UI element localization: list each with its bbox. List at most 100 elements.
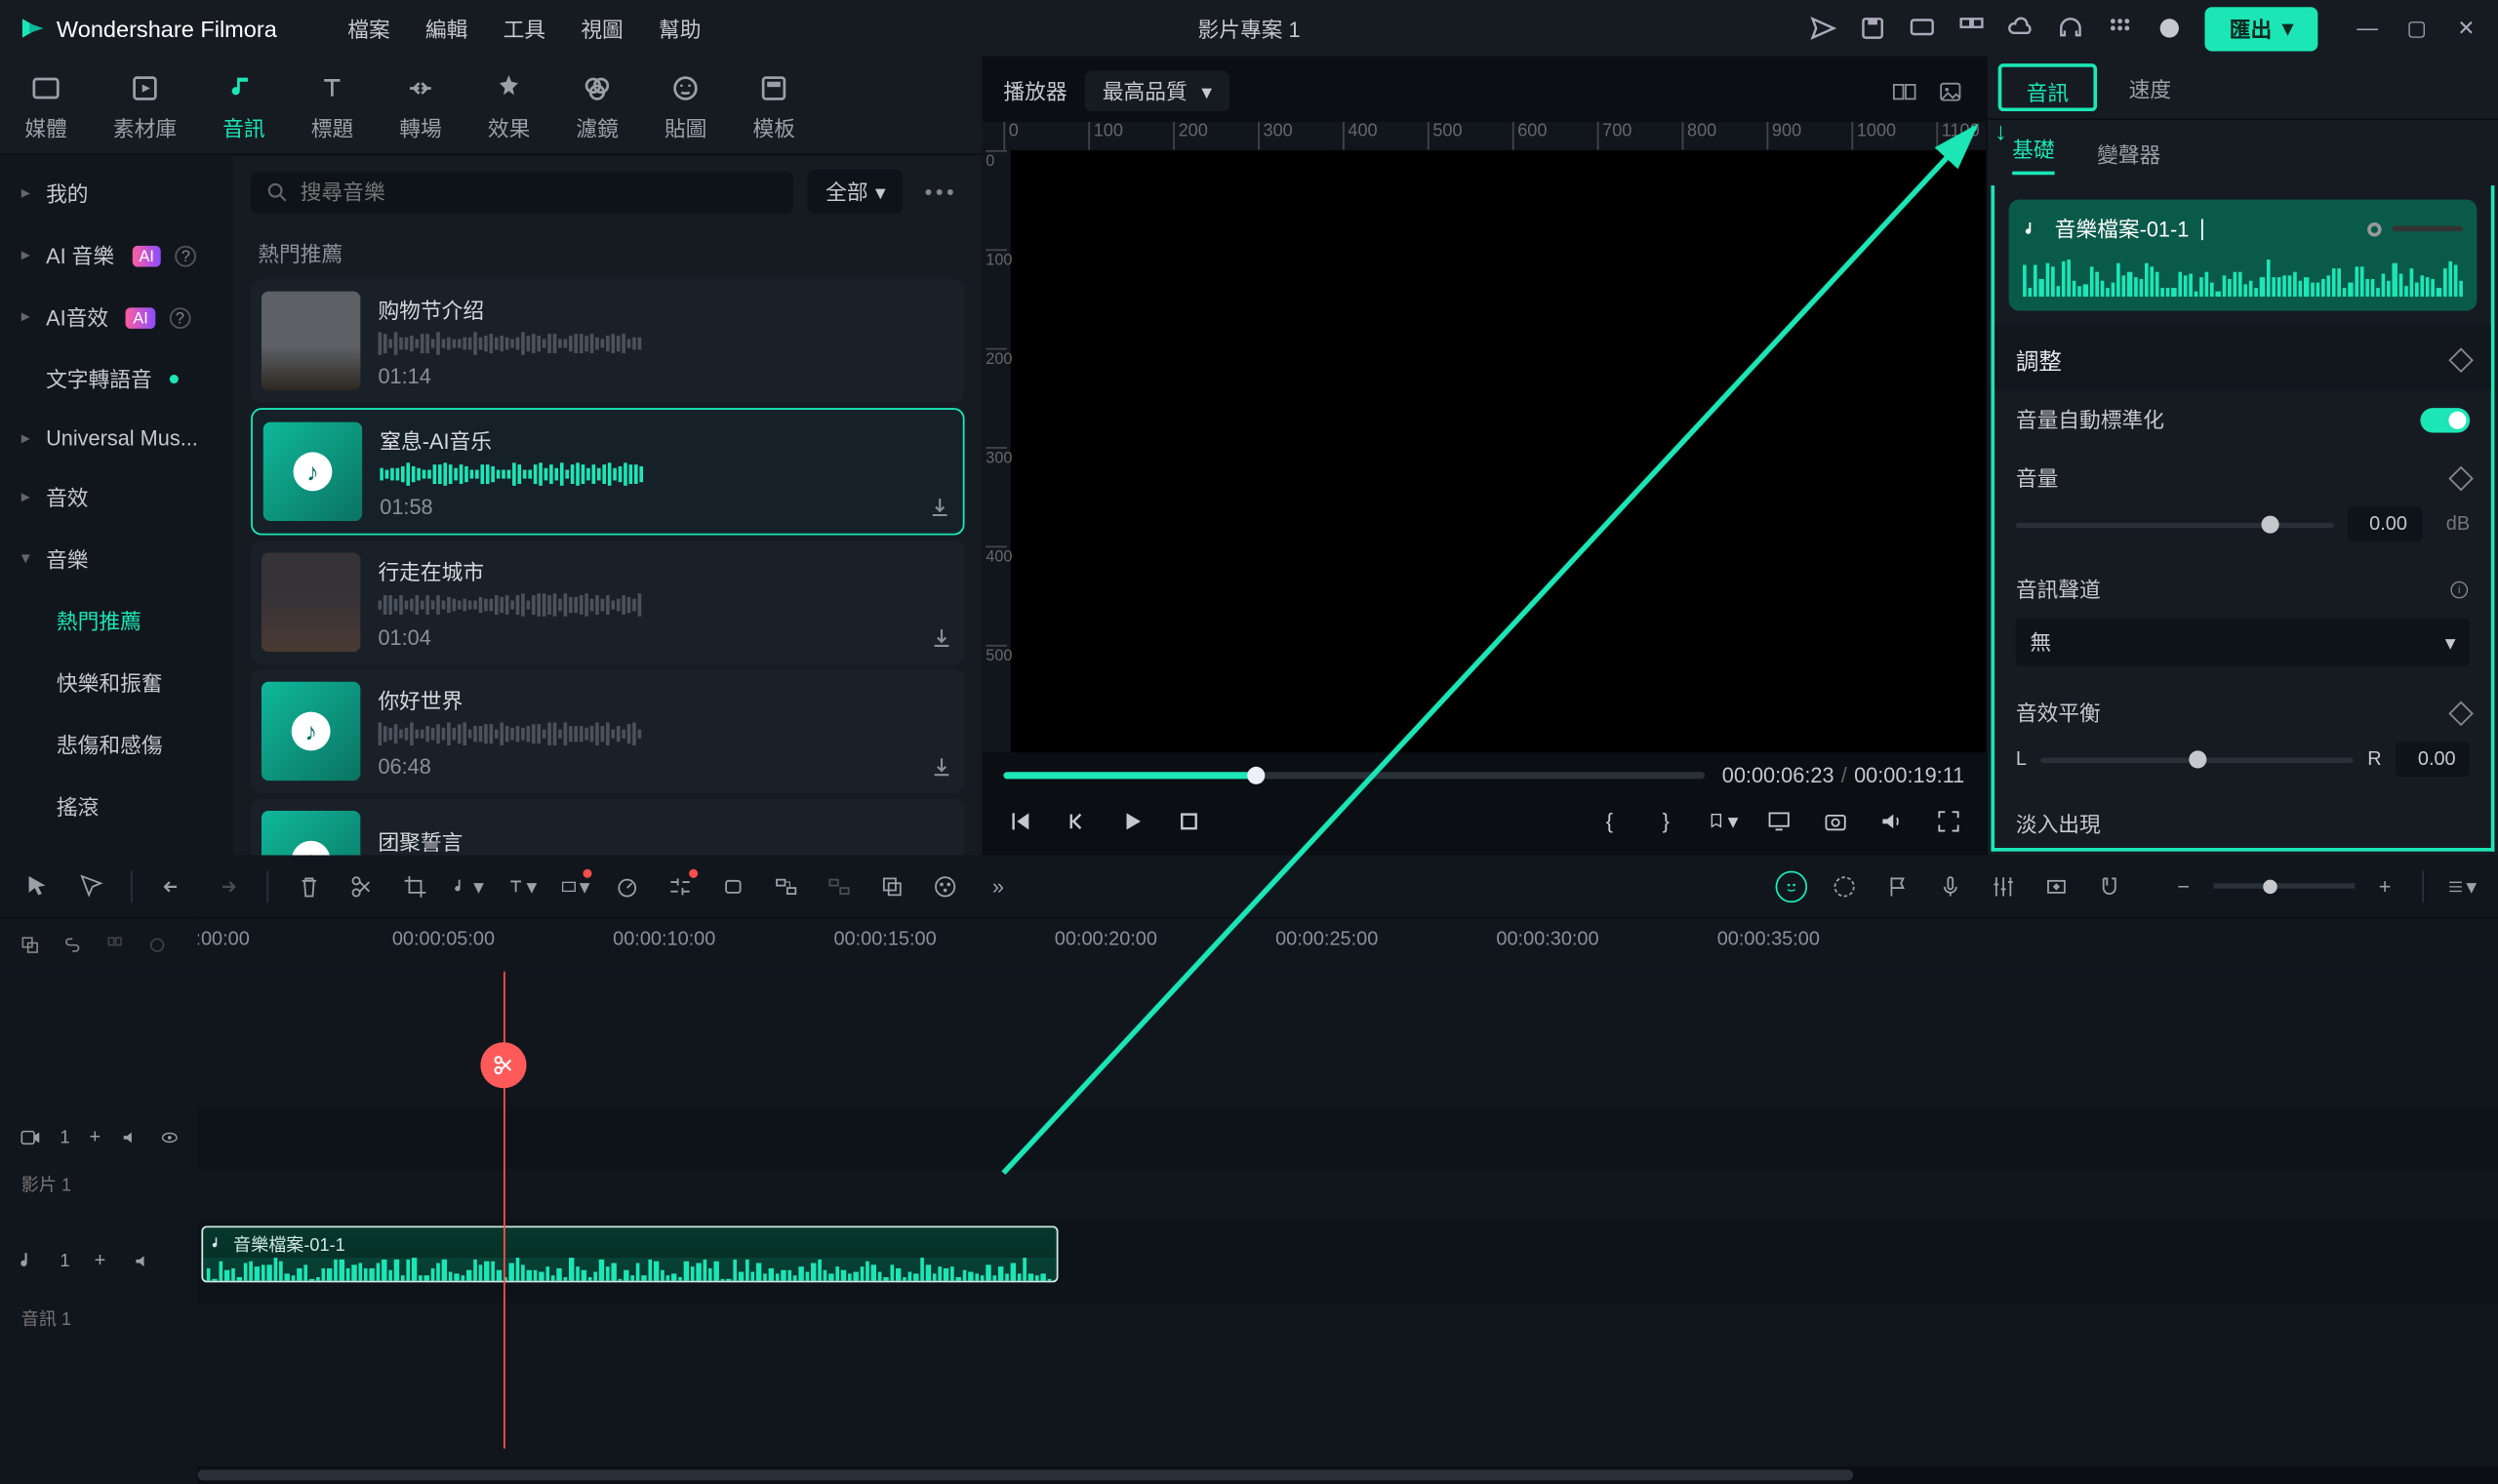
audio-clip[interactable]: 音樂檔案-01-1	[201, 1225, 1058, 1282]
add-track-icon[interactable]: +	[88, 1125, 102, 1149]
export-button[interactable]: 匯出▾	[2204, 6, 2317, 50]
autonorm-toggle[interactable]	[2420, 407, 2470, 431]
keyframe-diamond[interactable]	[2448, 347, 2474, 373]
more-tools[interactable]: »	[983, 870, 1015, 902]
save-icon[interactable]	[1859, 14, 1887, 42]
timeline-view-button[interactable]: ▾	[2445, 870, 2478, 902]
subtab-voicechanger[interactable]: 變聲器	[2097, 140, 2160, 170]
tab-media[interactable]: 媒體	[24, 70, 66, 153]
send-icon[interactable]	[1809, 14, 1837, 42]
track-auto-icon[interactable]	[144, 933, 169, 957]
ai-button[interactable]	[1776, 870, 1808, 902]
timeline-scrollbar[interactable]	[198, 1466, 2498, 1484]
zoom-out-button[interactable]: −	[2167, 870, 2199, 902]
menu-help[interactable]: 幫助	[659, 14, 701, 44]
cat-tts[interactable]: ▸文字轉語音	[0, 348, 233, 410]
zoom-in-button[interactable]: +	[2369, 870, 2401, 902]
progress-bar[interactable]	[1003, 772, 1704, 779]
subcat-hot[interactable]: 熱門推薦	[0, 590, 233, 652]
marker-menu-icon[interactable]: ▾	[1707, 806, 1739, 838]
volume-icon[interactable]	[1876, 806, 1909, 838]
menu-view[interactable]: 視圖	[581, 14, 623, 44]
layout-icon[interactable]	[1957, 14, 1986, 42]
track-item[interactable]: ♪ 团聚誓言	[251, 798, 964, 855]
track-item[interactable]: 行走在城市 01:04	[251, 541, 964, 664]
cut-indicator[interactable]	[480, 1042, 526, 1088]
voiceover-button[interactable]	[1934, 870, 1966, 902]
prev-button[interactable]	[1060, 806, 1092, 838]
search-input[interactable]	[251, 171, 793, 213]
cat-ai-sfx[interactable]: ▸AI音效AI?	[0, 286, 233, 347]
text-tool-button[interactable]: ▾	[505, 870, 538, 902]
snapshot-icon[interactable]	[1820, 806, 1852, 838]
track-link-icon[interactable]	[60, 933, 85, 957]
display-icon[interactable]	[1763, 806, 1795, 838]
track-magnet-icon[interactable]	[102, 933, 127, 957]
speed-button[interactable]	[611, 870, 643, 902]
track-item[interactable]: 购物节介绍 01:14	[251, 279, 964, 403]
ungroup-button[interactable]	[824, 870, 856, 902]
audio-tool-button[interactable]: ▾	[452, 870, 484, 902]
close-button[interactable]: ✕	[2452, 14, 2480, 42]
track-item[interactable]: ♪ 你好世界 06:48	[251, 669, 964, 793]
minimize-button[interactable]: —	[2354, 14, 2382, 42]
snap-button[interactable]	[2093, 870, 2125, 902]
delete-button[interactable]	[294, 870, 326, 902]
menu-tools[interactable]: 工具	[504, 14, 545, 44]
avatar[interactable]	[2156, 14, 2184, 42]
inspector-tab-audio[interactable]: 音訊	[1998, 63, 2097, 111]
more-icon[interactable]: •••	[917, 180, 964, 204]
apps-icon[interactable]	[2106, 14, 2134, 42]
visibility-icon[interactable]	[159, 1125, 181, 1149]
video-track-lane[interactable]	[198, 1105, 2498, 1169]
download-icon[interactable]	[929, 753, 953, 778]
track-button[interactable]	[665, 870, 697, 902]
info-icon[interactable]: i	[2448, 579, 2470, 600]
help-icon[interactable]: ?	[170, 306, 191, 328]
menu-file[interactable]: 檔案	[347, 14, 389, 44]
tab-templates[interactable]: 模板	[752, 70, 794, 153]
color-button[interactable]	[929, 870, 961, 902]
zoom-slider[interactable]	[2214, 883, 2356, 888]
group-button[interactable]	[770, 870, 802, 902]
cloud-icon[interactable]	[2007, 14, 2035, 42]
undo-button[interactable]	[157, 870, 189, 902]
image-icon[interactable]	[1936, 77, 1964, 105]
tab-effects[interactable]: 效果	[488, 70, 530, 153]
monitor-icon[interactable]	[1908, 14, 1936, 42]
tab-audio[interactable]: 音訊	[222, 70, 264, 153]
quality-select[interactable]: 最高品質▾	[1085, 70, 1230, 111]
timeline-ruler[interactable]: :00:0000:00:05:0000:00:10:0000:00:15:000…	[198, 918, 2498, 971]
subtab-basic[interactable]: 基礎	[2012, 135, 2054, 176]
tab-filters[interactable]: 濾鏡	[576, 70, 618, 153]
mute-icon[interactable]	[130, 1249, 154, 1273]
prev-frame-button[interactable]	[1003, 806, 1035, 838]
split-button[interactable]	[346, 870, 379, 902]
copy-button[interactable]	[876, 870, 908, 902]
redo-button[interactable]	[210, 870, 242, 902]
download-icon[interactable]	[929, 624, 953, 649]
headphone-icon[interactable]	[2056, 14, 2084, 42]
fullscreen-icon[interactable]	[1933, 806, 1965, 838]
play-button[interactable]	[1116, 806, 1148, 838]
marker-button[interactable]	[717, 870, 749, 902]
aspect-button[interactable]: ▾	[558, 870, 590, 902]
keyframe-button[interactable]	[2040, 870, 2073, 902]
filter-all[interactable]: 全部▾	[808, 170, 904, 214]
cat-universal[interactable]: ▸Universal Mus...	[0, 410, 233, 466]
add-track-icon[interactable]: +	[88, 1249, 112, 1273]
subcat-happy[interactable]: 快樂和振奮	[0, 652, 233, 713]
audio-track-lane[interactable]: 音樂檔案-01-1	[198, 1219, 2498, 1304]
keyframe-diamond[interactable]	[2448, 465, 2474, 491]
menu-edit[interactable]: 編輯	[425, 14, 467, 44]
cat-my[interactable]: ▸我的	[0, 163, 233, 224]
bracket-out-icon[interactable]: }	[1650, 806, 1682, 838]
compare-icon[interactable]	[1890, 77, 1918, 105]
cat-music[interactable]: ▾音樂	[0, 528, 233, 589]
stop-button[interactable]	[1173, 806, 1205, 838]
mute-icon[interactable]	[120, 1125, 141, 1149]
download-icon[interactable]	[928, 494, 952, 518]
volume-value[interactable]: 0.00	[2347, 507, 2421, 542]
tab-stock[interactable]: 素材庫	[113, 70, 177, 153]
balance-slider[interactable]	[2040, 757, 2353, 762]
